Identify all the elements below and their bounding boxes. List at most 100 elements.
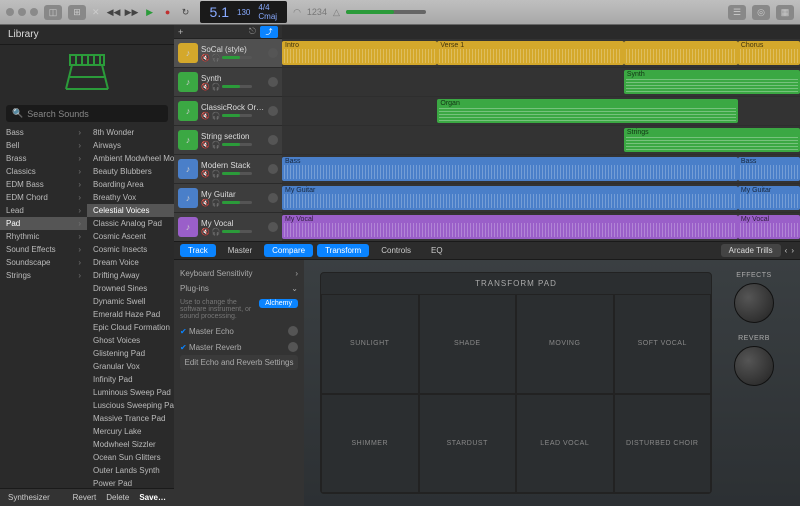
edit-fx-button[interactable]: Edit Echo and Reverb Settings bbox=[180, 355, 298, 370]
plugin-slot-alchemy[interactable]: Alchemy bbox=[259, 299, 298, 308]
category-item[interactable]: Bell› bbox=[0, 139, 87, 152]
patch-item[interactable]: Ghost Voices bbox=[87, 334, 174, 347]
track-volume-slider[interactable] bbox=[222, 201, 252, 204]
track-volume-slider[interactable] bbox=[222, 114, 252, 117]
track-volume-slider[interactable] bbox=[222, 172, 252, 175]
loop-browser-icon[interactable]: ◎ bbox=[752, 5, 770, 20]
patch-item[interactable]: Glistening Pad bbox=[87, 347, 174, 360]
catch-playhead-icon[interactable]: ⤴ bbox=[260, 26, 278, 38]
effects-knob[interactable] bbox=[734, 283, 774, 323]
transform-cell[interactable]: SUNLIGHT bbox=[321, 294, 419, 394]
mute-icon[interactable]: 🔇 bbox=[201, 199, 210, 207]
region[interactable]: Bass bbox=[738, 157, 800, 181]
track-volume-slider[interactable] bbox=[222, 230, 252, 233]
lcd-display[interactable]: 5.1 130 4/4Cmaj bbox=[200, 1, 288, 23]
tab-track[interactable]: Track bbox=[180, 244, 216, 257]
mute-icon[interactable]: 🔇 bbox=[201, 112, 210, 120]
plugins-header[interactable]: Plug-ins⌄ bbox=[180, 281, 298, 296]
reverb-knob[interactable] bbox=[734, 346, 774, 386]
tab-transform[interactable]: Transform bbox=[317, 244, 369, 257]
pan-knob[interactable] bbox=[268, 222, 278, 232]
patch-item[interactable]: Outer Lands Synth bbox=[87, 464, 174, 477]
pan-knob[interactable] bbox=[268, 135, 278, 145]
patch-item[interactable]: Boarding Area bbox=[87, 178, 174, 191]
category-item[interactable]: Bass› bbox=[0, 126, 87, 139]
patch-item[interactable]: Cosmic Insects bbox=[87, 243, 174, 256]
record-icon[interactable]: ● bbox=[160, 4, 176, 20]
region[interactable]: Synth bbox=[624, 70, 800, 94]
master-echo-checkbox[interactable]: ✔ Master Echo bbox=[180, 323, 298, 339]
patch-item[interactable]: Modwheel Sizzler bbox=[87, 438, 174, 451]
quick-help-icon[interactable]: ⊞ bbox=[68, 5, 86, 20]
track-volume-slider[interactable] bbox=[222, 85, 252, 88]
chevron-right-icon[interactable]: › bbox=[791, 246, 794, 255]
notepad-icon[interactable]: ☰ bbox=[728, 5, 746, 20]
add-track-icon[interactable]: + bbox=[178, 27, 183, 37]
arrange-area[interactable]: IntroVerse 1ChorusSynthOrganStringsBassB… bbox=[282, 25, 800, 241]
patch-item[interactable]: Granular Vox bbox=[87, 360, 174, 373]
category-item[interactable]: Rhythmic› bbox=[0, 230, 87, 243]
save-button[interactable]: Save… bbox=[139, 493, 166, 502]
delete-button[interactable]: Delete bbox=[106, 493, 129, 502]
patch-item[interactable]: Celestial Voices bbox=[87, 204, 174, 217]
patch-item[interactable]: Beauty Blubbers bbox=[87, 165, 174, 178]
category-item[interactable]: Brass› bbox=[0, 152, 87, 165]
tab-compare[interactable]: Compare bbox=[264, 244, 313, 257]
category-item[interactable]: Pad› bbox=[0, 217, 87, 230]
patch-item[interactable]: Mercury Lake bbox=[87, 425, 174, 438]
category-item[interactable]: Strings› bbox=[0, 269, 87, 282]
category-item[interactable]: Classics› bbox=[0, 165, 87, 178]
search-input[interactable]: 🔍Search Sounds bbox=[6, 105, 168, 122]
region[interactable]: My Vocal bbox=[282, 215, 738, 239]
transform-cell[interactable]: STARDUST bbox=[419, 394, 517, 494]
play-icon[interactable]: ▶ bbox=[142, 4, 158, 20]
region[interactable] bbox=[624, 41, 738, 65]
ruler[interactable] bbox=[282, 25, 800, 39]
patch-item[interactable]: Cosmic Ascent bbox=[87, 230, 174, 243]
pan-knob[interactable] bbox=[268, 77, 278, 87]
mute-icon[interactable]: 🔇 bbox=[201, 83, 210, 91]
solo-icon[interactable]: 🎧 bbox=[212, 141, 221, 149]
keyboard-sensitivity-row[interactable]: Keyboard Sensitivity› bbox=[180, 266, 298, 281]
region[interactable]: Bass bbox=[282, 157, 738, 181]
track-volume-slider[interactable] bbox=[222, 56, 252, 59]
window-controls[interactable] bbox=[6, 8, 38, 16]
patch-item[interactable]: Breathy Vox bbox=[87, 191, 174, 204]
master-reverb-checkbox[interactable]: ✔ Master Reverb bbox=[180, 339, 298, 355]
category-item[interactable]: EDM Bass› bbox=[0, 178, 87, 191]
revert-button[interactable]: Revert bbox=[73, 493, 97, 502]
patch-item[interactable]: Power Pad bbox=[87, 477, 174, 488]
track-header[interactable]: ♪SoCal (style)🔇🎧 bbox=[174, 39, 282, 68]
toolbar-x-icon[interactable]: ✕ bbox=[92, 7, 100, 18]
transform-pad[interactable]: TRANSFORM PAD SUNLIGHTSHADEMOVINGSOFT VO… bbox=[320, 272, 712, 494]
patch-item[interactable]: Airways bbox=[87, 139, 174, 152]
patch-item[interactable]: Classic Analog Pad bbox=[87, 217, 174, 230]
mute-icon[interactable]: 🔇 bbox=[201, 228, 210, 236]
footer-category[interactable]: Synthesizer bbox=[8, 493, 50, 502]
automation-icon[interactable]: ⎋ bbox=[249, 26, 256, 37]
tuner-icon[interactable]: ◠ bbox=[293, 7, 301, 18]
patch-item[interactable]: 8th Wonder bbox=[87, 126, 174, 139]
patch-item[interactable]: Ambient Modwheel Morp… bbox=[87, 152, 174, 165]
master-volume-slider[interactable] bbox=[346, 10, 426, 14]
track-header[interactable]: ♪My Vocal🔇🎧 bbox=[174, 213, 282, 242]
forward-icon[interactable]: ▶▶ bbox=[124, 4, 140, 20]
tab-master[interactable]: Master bbox=[220, 244, 260, 257]
track-header[interactable]: ♪ClassicRock Organ🔇🎧 bbox=[174, 97, 282, 126]
track-header[interactable]: ♪Modern Stack🔇🎧 bbox=[174, 155, 282, 184]
chevron-left-icon[interactable]: ‹ bbox=[785, 246, 788, 255]
metronome-icon[interactable]: △ bbox=[333, 7, 340, 18]
region[interactable]: My Guitar bbox=[282, 186, 738, 210]
patch-item[interactable]: Dynamic Swell bbox=[87, 295, 174, 308]
track-header[interactable]: ♪Synth🔇🎧 bbox=[174, 68, 282, 97]
solo-icon[interactable]: 🎧 bbox=[212, 83, 221, 91]
solo-icon[interactable]: 🎧 bbox=[212, 228, 221, 236]
region[interactable]: Chorus bbox=[738, 41, 800, 65]
transform-cell[interactable]: DISTURBED CHOIR bbox=[614, 394, 712, 494]
pan-knob[interactable] bbox=[268, 48, 278, 58]
transform-cell[interactable]: SOFT VOCAL bbox=[614, 294, 712, 394]
transform-cell[interactable]: SHIMMER bbox=[321, 394, 419, 494]
patch-item[interactable]: Infinity Pad bbox=[87, 373, 174, 386]
solo-icon[interactable]: 🎧 bbox=[212, 112, 221, 120]
region[interactable]: My Guitar bbox=[738, 186, 800, 210]
